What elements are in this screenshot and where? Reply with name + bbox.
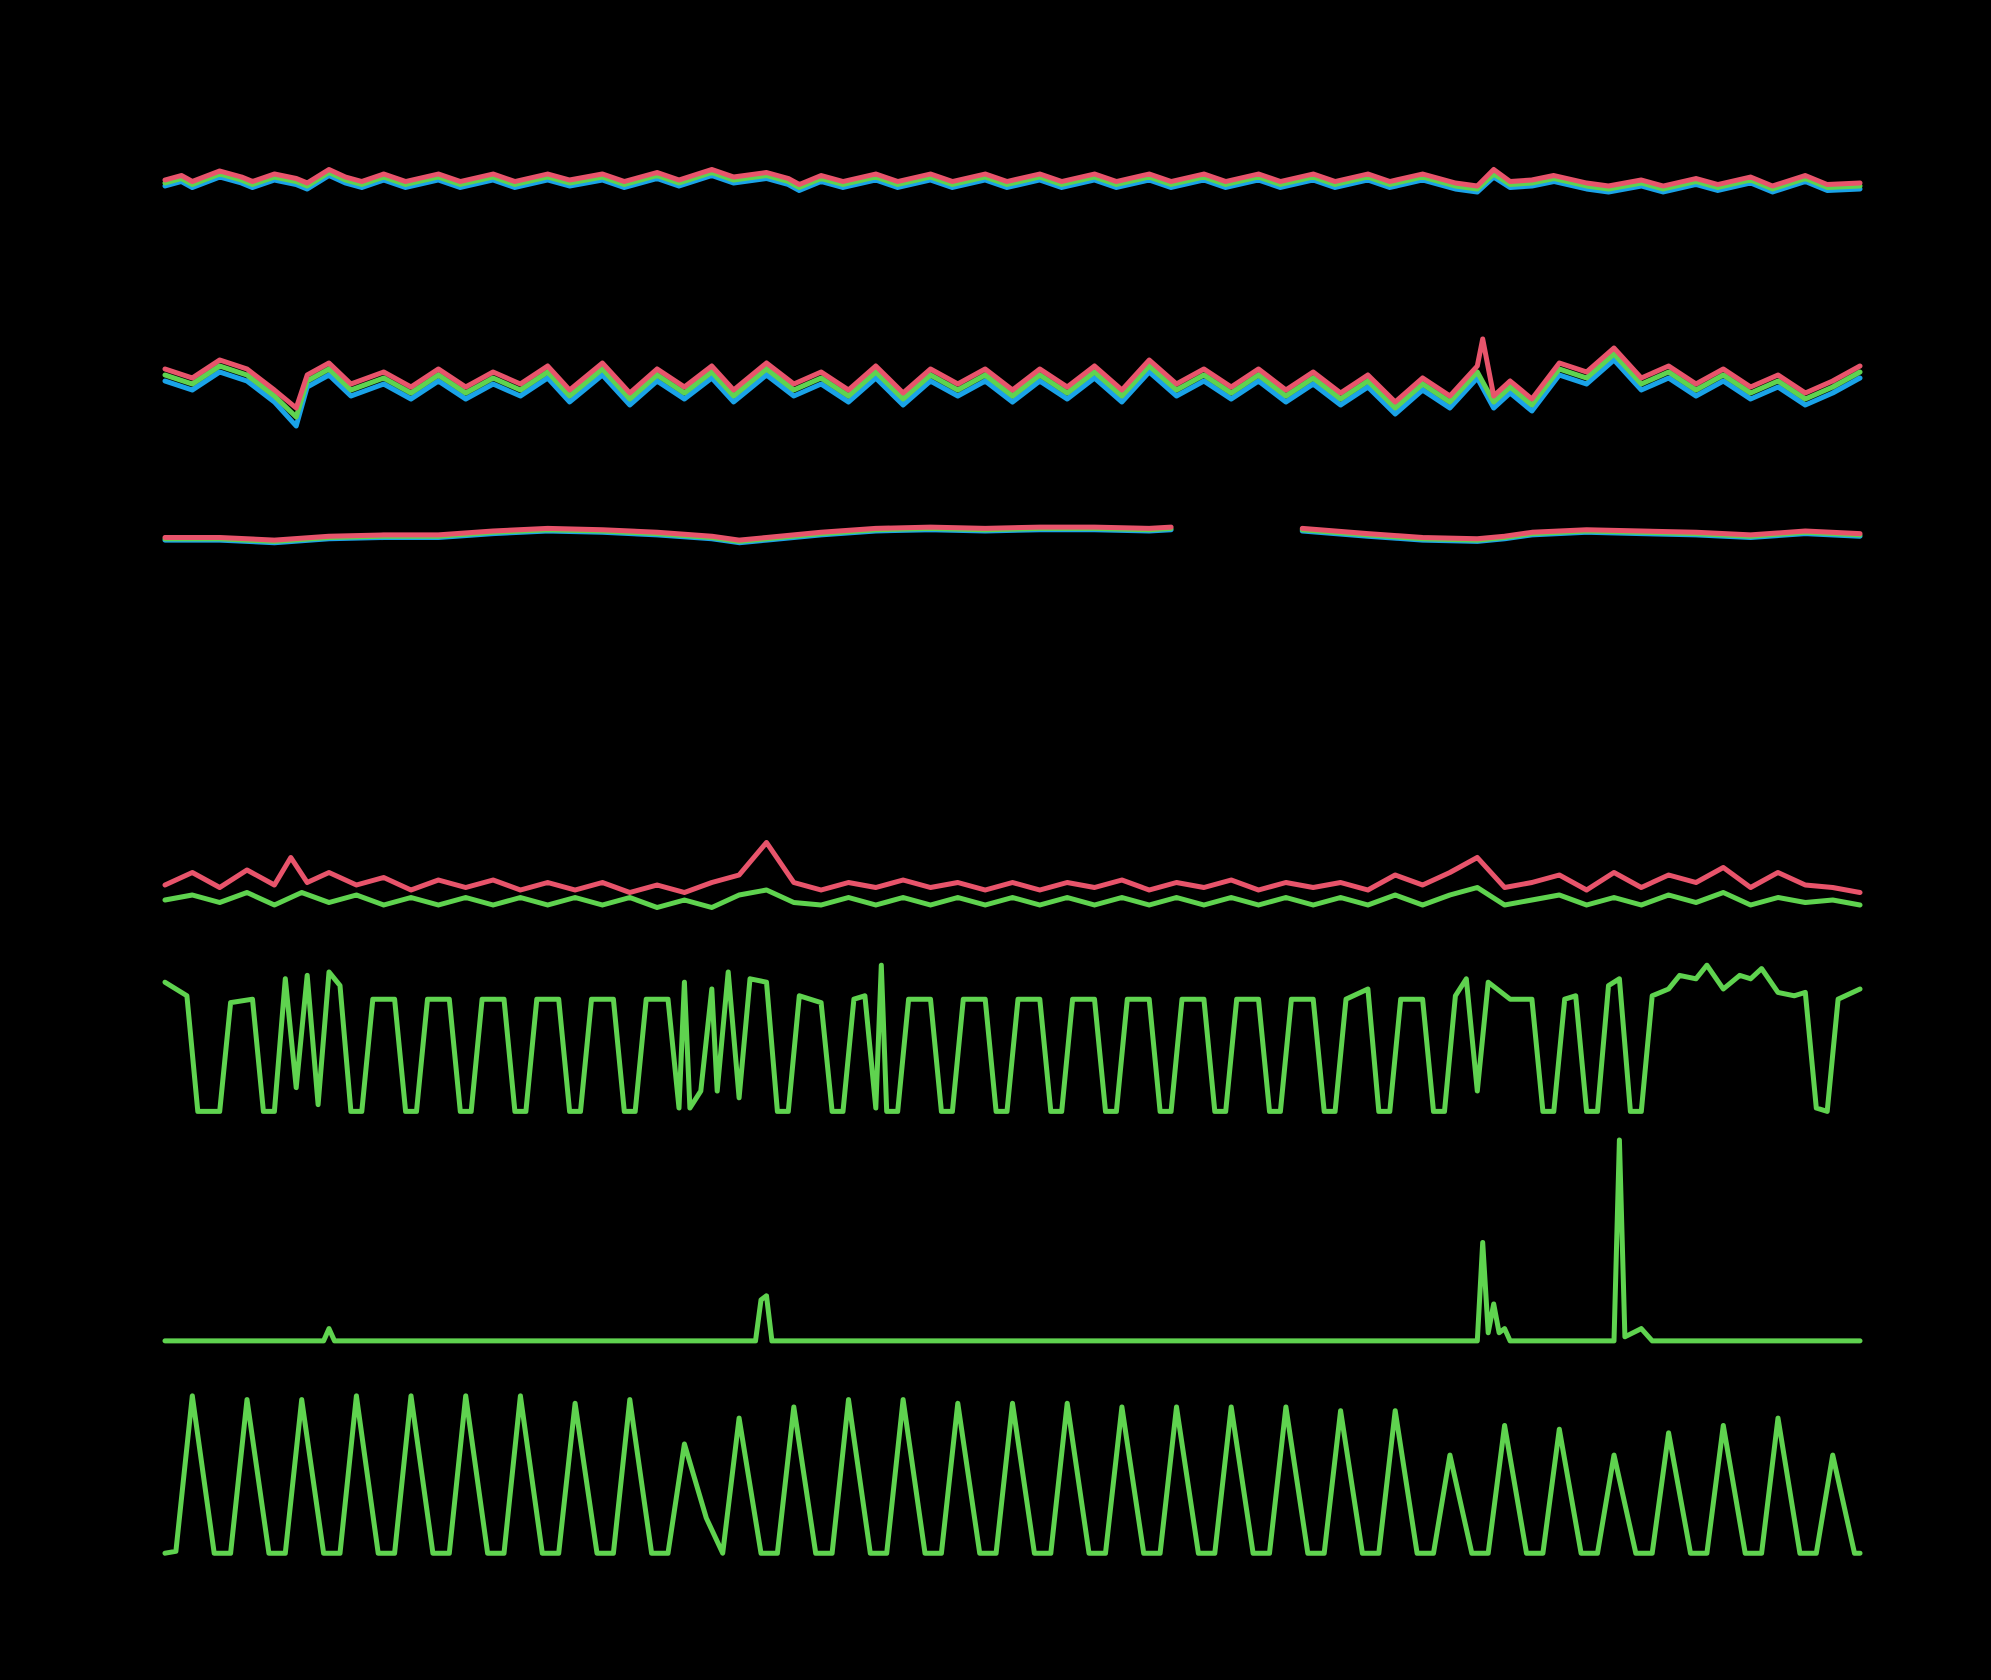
multi-panel-line-chart bbox=[0, 0, 1991, 1680]
chart-area bbox=[0, 0, 1991, 1680]
